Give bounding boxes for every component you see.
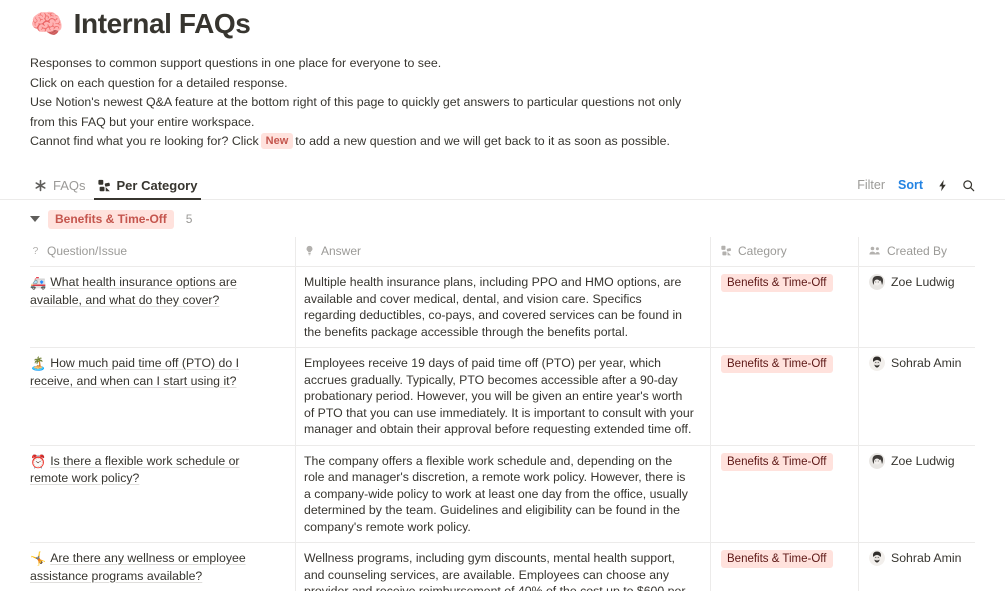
view-toolbar: Filter Sort — [857, 179, 975, 199]
cta-prefix: Cannot find what you re looking for? Cli… — [30, 134, 259, 148]
user-name: Sohrab Amin — [891, 356, 962, 370]
user-chip[interactable]: Zoe Ludwig — [869, 452, 965, 470]
group-by-icon — [721, 245, 732, 256]
row-category-cell[interactable]: Benefits & Time-Off — [710, 267, 858, 347]
faq-table: ? Question/Issue Answer Category Created… — [0, 236, 1005, 591]
row-question-text[interactable]: Are there any wellness or employee assis… — [30, 551, 246, 583]
row-question-text[interactable]: Is there a flexible work schedule or rem… — [30, 454, 240, 486]
row-question-text[interactable]: What health insurance options are availa… — [30, 275, 237, 307]
svg-text:?: ? — [33, 246, 39, 256]
asterisk-icon — [34, 179, 47, 192]
row-question-cell[interactable]: 🚑 What health insurance options are avail… — [30, 267, 295, 347]
cta-suffix: to add a new question and we will get ba… — [295, 134, 670, 148]
avatar — [869, 355, 885, 372]
row-emoji-icon: ⏰ — [30, 453, 47, 469]
filter-button[interactable]: Filter — [857, 179, 885, 192]
category-chip[interactable]: Benefits & Time-Off — [721, 452, 833, 471]
category-chip[interactable]: Benefits & Time-Off — [721, 550, 833, 568]
view-tabs: FAQs Per Category — [30, 170, 202, 200]
row-question-text[interactable]: How much paid time off (PTO) do I receiv… — [30, 356, 239, 388]
page-header: 🧠 Internal FAQs Responses to common supp… — [0, 0, 1005, 152]
table-body: 🚑 What health insurance options are avail… — [30, 266, 975, 591]
brain-icon: 🧠 — [30, 8, 64, 39]
column-header-created-by[interactable]: Created By — [858, 236, 975, 266]
row-created-by-cell[interactable]: Zoe Ludwig — [858, 445, 975, 542]
category-chip[interactable]: Benefits & Time-Off — [721, 355, 833, 373]
tab-label: Per Category — [116, 177, 198, 193]
table-row[interactable]: 🏝️ How much paid time off (PTO) do I rece… — [30, 347, 975, 445]
category-chip[interactable]: Benefits & Time-Off — [721, 274, 833, 292]
column-header-question[interactable]: ? Question/Issue — [30, 237, 295, 267]
tab-per-category[interactable]: Per Category — [93, 177, 202, 200]
user-chip[interactable]: Sohrab Amin — [869, 550, 965, 567]
lightbulb-icon — [304, 245, 315, 256]
column-header-answer[interactable]: Answer — [295, 236, 710, 266]
view-tabbar: FAQs Per Category Filter Sort — [0, 170, 1005, 200]
table-header-row: ? Question/Issue Answer Category Created… — [30, 236, 975, 267]
row-emoji-icon: 🤸 — [30, 551, 47, 566]
chevron-down-icon[interactable] — [30, 216, 40, 222]
table-row[interactable]: ⏰ Is there a flexible work schedule or re… — [30, 444, 975, 543]
lightning-bolt-icon[interactable] — [936, 179, 949, 192]
row-question-cell[interactable]: 🤸 Are there any wellness or employee assi… — [30, 543, 295, 591]
group-count: 5 — [185, 212, 193, 226]
row-answer-text: Multiple health insurance plans, includi… — [304, 275, 683, 339]
user-name: Zoe Ludwig — [891, 453, 955, 468]
page-title: Internal FAQs — [73, 8, 251, 39]
intro-line: Responses to common support questions in… — [30, 56, 442, 70]
row-answer-cell[interactable]: Wellness programs, including gym discoun… — [295, 543, 710, 591]
intro-line: Click on each question for a detailed re… — [30, 75, 288, 90]
group-chip[interactable]: Benefits & Time-Off — [48, 209, 174, 229]
table-head: ? Question/Issue Answer Category Created… — [30, 236, 975, 267]
column-header-label: Answer — [321, 243, 362, 258]
row-category-cell[interactable]: Benefits & Time-Off — [710, 543, 858, 591]
row-answer-text: Wellness programs, including gym discoun… — [304, 551, 686, 591]
row-category-cell[interactable]: Benefits & Time-Off — [710, 348, 858, 445]
row-answer-text: The company offers a flexible work sched… — [304, 453, 688, 534]
row-answer-text: Employees receive 19 days of paid time o… — [304, 356, 694, 436]
row-answer-cell[interactable]: Employees receive 19 days of paid time o… — [295, 348, 710, 445]
row-created-by-cell[interactable]: Zoe Ludwig — [858, 267, 975, 347]
question-mark-icon: ? — [30, 245, 41, 256]
new-badge[interactable]: New — [260, 133, 294, 149]
column-header-label: Created By — [887, 243, 948, 258]
row-answer-cell[interactable]: The company offers a flexible work sched… — [295, 445, 710, 542]
page-description: Responses to common support questions in… — [30, 54, 975, 152]
column-header-category[interactable]: Category — [710, 236, 858, 266]
avatar — [869, 452, 885, 469]
row-created-by-cell[interactable]: Sohrab Amin — [858, 348, 975, 445]
user-name: Zoe Ludwig — [891, 275, 955, 289]
intro-line: Use Notion's newest Q&A feature at the b… — [30, 95, 682, 109]
group-by-icon — [97, 179, 111, 192]
people-icon — [869, 245, 881, 256]
sort-button[interactable]: Sort — [898, 179, 923, 192]
row-answer-cell[interactable]: Multiple health insurance plans, includi… — [295, 267, 710, 347]
intro-cta-line: Cannot find what you re looking for? Cli… — [30, 132, 975, 152]
user-name: Sohrab Amin — [891, 551, 962, 565]
column-header-label: Category — [738, 243, 787, 258]
row-question-cell[interactable]: ⏰ Is there a flexible work schedule or re… — [30, 446, 295, 543]
avatar — [869, 550, 885, 567]
table-row[interactable]: 🤸 Are there any wellness or employee assi… — [30, 542, 975, 591]
row-question-cell[interactable]: 🏝️ How much paid time off (PTO) do I rece… — [30, 348, 295, 445]
group-header: Benefits & Time-Off 5 — [0, 200, 1005, 237]
row-emoji-icon: 🏝️ — [30, 356, 47, 371]
avatar — [869, 274, 885, 291]
user-chip[interactable]: Zoe Ludwig — [869, 274, 965, 291]
row-emoji-icon: 🚑 — [30, 275, 47, 290]
table-row[interactable]: 🚑 What health insurance options are avail… — [30, 266, 975, 347]
tab-faqs[interactable]: FAQs — [30, 178, 90, 199]
column-header-label: Question/Issue — [47, 243, 128, 258]
intro-line: from this FAQ but your entire workspace. — [30, 114, 255, 129]
title-row: 🧠 Internal FAQs — [30, 8, 975, 40]
row-category-cell[interactable]: Benefits & Time-Off — [710, 445, 858, 542]
tab-label: FAQs — [53, 177, 86, 193]
search-icon[interactable] — [962, 179, 975, 192]
user-chip[interactable]: Sohrab Amin — [869, 355, 965, 372]
row-created-by-cell[interactable]: Sohrab Amin — [858, 543, 975, 591]
